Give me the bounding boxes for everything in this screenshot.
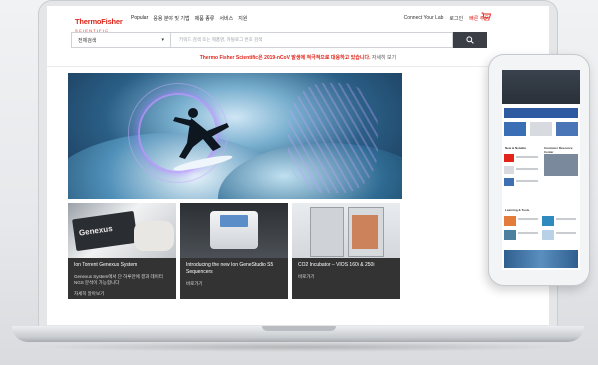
phone-tile — [504, 122, 526, 136]
phone-text-line — [518, 218, 538, 220]
card-title: CO2 Incubator – VIOS 160i & 250i — [298, 262, 375, 268]
phone-text-line — [516, 168, 538, 170]
site-header: ThermoFisher SCIENTIFIC Popular 응용 분야 및 … — [47, 6, 549, 33]
main-nav: Popular 응용 분야 및 기법 제품 종류 서비스 지원 — [131, 15, 247, 22]
phone-thumb — [504, 166, 514, 174]
phone-text-line — [518, 232, 538, 234]
card-link[interactable]: 자세히 알아보기 — [74, 291, 104, 297]
card-link[interactable]: 바로가기 — [298, 274, 315, 280]
phone-banner-row — [504, 108, 578, 118]
notice-text: Thermo Fisher Scientific은 2019-nCoV 발생에 … — [199, 55, 371, 61]
product-card-genestudio[interactable]: Introducing the new Ion GeneStudio S5 Se… — [180, 203, 288, 299]
phone-thumb — [542, 230, 554, 240]
card-title: Introducing the new Ion GeneStudio S5 Se… — [186, 262, 274, 275]
nav-item-applications[interactable]: 응용 분야 및 기법 — [153, 15, 189, 22]
card-image — [292, 203, 400, 258]
phone-footer-banner — [504, 250, 578, 268]
phone-text-line — [556, 218, 576, 220]
card-description: Genexus System에서 단 하루만에 결과 데이터 NGS 분석이 가… — [74, 274, 163, 286]
chevron-down-icon: ▾ — [161, 37, 164, 43]
hero-banner[interactable] — [68, 73, 402, 199]
card-title: Ion Torrent Genexus System — [74, 262, 138, 268]
phone-section-title: New & Notable — [505, 146, 527, 150]
search-button[interactable] — [453, 32, 487, 48]
card-link[interactable]: 바로가기 — [186, 281, 203, 287]
nav-item-services[interactable]: 서비스 — [219, 15, 233, 22]
nav-item-popular[interactable]: Popular — [131, 15, 148, 22]
search-scope-value: 전체검색 — [78, 37, 97, 44]
phone-image — [544, 154, 578, 176]
search-scope-select[interactable]: 전체검색 ▾ — [71, 32, 171, 48]
gloved-hand — [134, 221, 174, 251]
phone-hero — [502, 70, 580, 104]
phone-thumb — [504, 178, 514, 186]
nav-item-support[interactable]: 지원 — [238, 15, 247, 22]
notice-banner: Thermo Fisher Scientific은 2019-nCoV 발생에 … — [47, 54, 549, 61]
search-bar: 전체검색 ▾ 키워드 검색 또는 제품명, 카탈로그 번호 검색 — [71, 32, 487, 48]
cart-icon[interactable] — [481, 12, 491, 21]
phone-screen: New & Notable Customer Resource Center L… — [502, 70, 580, 270]
incubator-interior — [352, 215, 378, 249]
phone-thumb — [504, 154, 514, 162]
logo[interactable]: ThermoFisher SCIENTIFIC — [75, 12, 123, 33]
dna-helix-graphic — [288, 83, 378, 193]
phone-text-line — [556, 232, 576, 234]
connect-lab-link[interactable]: Connect Your Lab — [404, 15, 444, 22]
laptop-notch — [262, 326, 336, 331]
device-screen — [220, 215, 248, 227]
phone-thumb — [542, 216, 554, 226]
logo-main: ThermoFisher — [75, 17, 123, 26]
phone-section-title: Learning & Tools — [505, 208, 530, 212]
shadow — [30, 342, 570, 352]
card-image — [180, 203, 288, 258]
phone-thumb — [504, 216, 516, 226]
search-icon — [466, 36, 474, 44]
surfer-graphic — [173, 108, 233, 171]
phone-text-line — [516, 156, 538, 158]
divider — [47, 66, 549, 67]
phone-tile — [556, 122, 578, 136]
product-card-incubator[interactable]: CO2 Incubator – VIOS 160i & 250i 바로가기 — [292, 203, 400, 299]
chip-label: Genexus — [78, 223, 114, 238]
search-input[interactable]: 키워드 검색 또는 제품명, 카탈로그 번호 검색 — [171, 32, 453, 48]
product-card-genexus[interactable]: Genexus Ion Torrent Genexus System Genex… — [68, 203, 176, 299]
login-link[interactable]: 로그인 — [449, 15, 463, 22]
genexus-chip: Genexus — [72, 210, 138, 252]
phone-tile — [530, 122, 552, 136]
phone-text-line — [516, 180, 538, 182]
incubator-left — [310, 207, 344, 257]
header-utilities: Connect Your Lab 로그인 빠른 주문 — [404, 15, 489, 22]
phone-section-title: Customer Resource Center — [544, 146, 573, 154]
card-image: Genexus — [68, 203, 176, 258]
notice-link[interactable]: 자세히 보기 — [372, 55, 396, 61]
nav-item-products[interactable]: 제품 종류 — [195, 15, 215, 22]
phone-thumb — [504, 230, 516, 240]
